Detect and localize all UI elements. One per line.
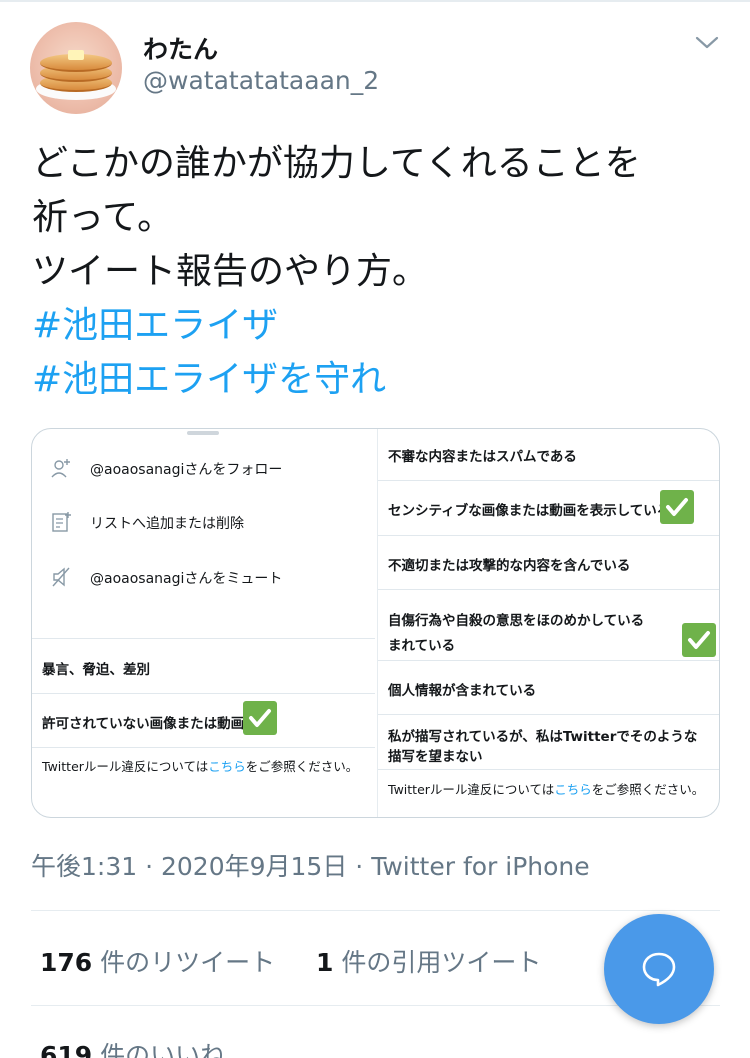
list-add-icon [52, 512, 71, 532]
menu-item-mute: @aoaosanagiさんをミュート [32, 566, 375, 592]
divider [378, 769, 719, 770]
rules-note: Twitterルール違反についてはこちらをご参照ください。 [42, 756, 358, 775]
chevron-down-icon[interactable] [694, 32, 720, 52]
report-option: センシティブな画像または動画を表示している [388, 503, 671, 519]
add-user-icon [51, 459, 70, 478]
tweet-meta: 午後1:31 · 2020年9月15日 · Twitter for iPhone [31, 847, 590, 883]
note-text: Twitterルール違反については [42, 759, 209, 774]
rules-link: こちら [208, 759, 246, 774]
retweets-stat[interactable]: 176 件のリツイート [40, 943, 275, 979]
display-name[interactable]: わたん [143, 30, 218, 66]
tweet-time: 午後1:31 [31, 852, 138, 881]
tweet-line: ツイート報告のやり方。 [32, 251, 429, 292]
report-option-overlap: まれている [388, 638, 456, 654]
menu-item-label: @aoaosanagiさんをフォロー [90, 462, 283, 478]
report-option: 自傷行為や自殺の意思をほのめかしている [388, 613, 645, 629]
likes-label: 件のいいね [100, 1041, 226, 1058]
retweets-label: 件のリツイート [100, 948, 276, 977]
divider [32, 747, 375, 748]
report-option: 不審な内容またはスパムである [388, 449, 577, 465]
note-text: Twitterルール違反については [388, 782, 555, 797]
likes-stat[interactable]: 619 件のいいね [40, 1036, 225, 1058]
menu-item-label: リストへ追加または削除 [90, 516, 244, 532]
divider [378, 660, 719, 661]
quotes-stat[interactable]: 1 件の引用ツイート [316, 943, 541, 979]
quotes-count: 1 [316, 948, 334, 977]
tweet-text: どこかの誰かが協力してくれることを 祈って。 ツイート報告のやり方。 #池田エラ… [32, 137, 722, 407]
divider [32, 693, 375, 694]
tweet-client[interactable]: Twitter for iPhone [371, 852, 589, 881]
likes-count: 619 [40, 1041, 93, 1058]
quotes-label: 件の引用ツイート [341, 948, 542, 977]
meta-separator: · [355, 852, 372, 881]
menu-item-follow: @aoaosanagiさんをフォロー [32, 457, 375, 483]
menu-item-label: @aoaosanagiさんをミュート [90, 571, 283, 587]
divider [32, 638, 375, 639]
note-text: をご参照ください。 [591, 782, 705, 797]
checkmark-icon [682, 623, 716, 657]
checkmark-icon [660, 490, 694, 524]
mute-icon [52, 567, 70, 587]
menu-item-list: リストへ追加または削除 [32, 511, 375, 537]
retweets-count: 176 [40, 948, 93, 977]
divider [378, 589, 719, 590]
top-divider [0, 0, 750, 2]
divider [31, 910, 720, 911]
checkmark-icon [243, 701, 277, 735]
reply-fab-button[interactable] [604, 914, 714, 1024]
hashtag-link[interactable]: #池田エライザ [32, 299, 722, 353]
meta-separator: · [145, 852, 161, 881]
user-handle[interactable]: @watatatataaan_2 [143, 66, 379, 95]
report-option: 描写を望まない [388, 749, 483, 765]
report-option: 許可されていない画像または動画 [42, 716, 245, 732]
note-text: をご参照ください。 [245, 759, 359, 774]
divider [378, 535, 719, 536]
left-screenshot-panel: @aoaosanagiさんをフォロー リストへ追加または削除 @aoaosana… [32, 429, 375, 817]
avatar[interactable] [30, 22, 122, 114]
divider [378, 714, 719, 715]
rules-link: こちら [554, 782, 592, 797]
hashtag-link[interactable]: #池田エライザを守れ [32, 353, 722, 407]
sheet-grabber [187, 431, 219, 435]
butter-shape [68, 50, 84, 60]
tweet-date: 2020年9月15日 [161, 852, 348, 881]
report-option: 私が描写されているが、私はTwitterでそのような [388, 729, 698, 745]
tweet-line: どこかの誰かが協力してくれることを [32, 143, 641, 184]
report-option: 暴言、脅迫、差別 [42, 662, 150, 678]
attached-image[interactable]: @aoaosanagiさんをフォロー リストへ追加または削除 @aoaosana… [31, 428, 720, 818]
rules-note: Twitterルール違反についてはこちらをご参照ください。 [388, 779, 704, 798]
report-option: 不適切または攻撃的な内容を含んでいる [388, 558, 631, 574]
right-screenshot-panel: 不審な内容またはスパムである センシティブな画像または動画を表示している 不適切… [377, 429, 719, 817]
divider [378, 480, 719, 481]
report-option: 個人情報が含まれている [388, 683, 537, 699]
reply-bubble-icon [642, 952, 676, 987]
tweet-line: 祈って。 [32, 197, 174, 238]
